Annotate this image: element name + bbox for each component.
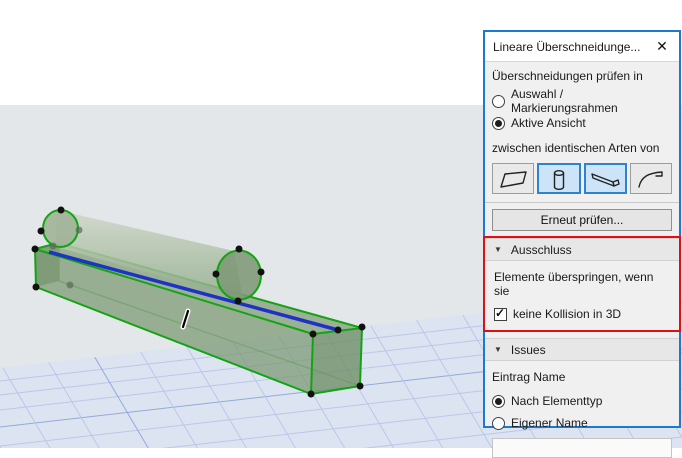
no-collision-checkbox[interactable]: ✓	[494, 305, 507, 321]
radio-active-view-label: Aktive Ansicht	[511, 116, 586, 130]
radio-by-element-type-label: Nach Elementtyp	[511, 394, 603, 408]
radio-custom-name[interactable]	[492, 416, 505, 430]
check-in-label: Überschneidungen prüfen in	[492, 69, 643, 83]
dialog-title-bar[interactable]: Lineare Überschneidunge... ✕	[485, 32, 679, 62]
cylinder-right-cap[interactable]	[216, 249, 262, 301]
entry-name-label: Eintrag Name	[492, 370, 566, 384]
issues-section-header[interactable]: ▼ Issues	[485, 338, 679, 361]
radio-selection-frame[interactable]	[492, 94, 505, 108]
wall-type-button[interactable]	[492, 163, 534, 194]
name-option-custom[interactable]: Eigener Name	[492, 413, 672, 433]
column-icon	[553, 169, 564, 190]
column-type-button[interactable]	[536, 163, 581, 194]
beam-icon	[591, 172, 621, 187]
wall-icon	[500, 170, 527, 188]
chevron-down-icon: ▼	[494, 345, 502, 354]
check-icon: ✓	[495, 305, 506, 320]
radio-selection-frame-label: Auswahl / Markierungsrahmen	[511, 87, 618, 115]
separator	[485, 202, 679, 203]
radio-custom-name-label: Eigener Name	[511, 416, 588, 430]
radio-by-element-type[interactable]	[492, 394, 505, 408]
no-collision-label: keine Kollision in 3D	[513, 307, 622, 321]
exclusion-section-header[interactable]: ▼ Ausschluss	[485, 238, 679, 261]
close-icon[interactable]: ✕	[653, 38, 671, 56]
scope-option-selection[interactable]: Auswahl / Markierungsrahmen	[492, 87, 672, 115]
collision-check-dialog: Lineare Überschneidunge... ✕ Überschneid…	[483, 30, 681, 458]
scope-option-active-view[interactable]: Aktive Ansicht	[492, 113, 672, 133]
between-types-label: zwischen identischen Arten von	[492, 141, 660, 155]
radio-active-view[interactable]	[492, 116, 505, 130]
exclusion-hint: Elemente überspringen, wenn sie	[494, 270, 654, 298]
exclusion-highlight-box: ▼ Ausschluss Elemente überspringen, wenn…	[483, 236, 681, 332]
custom-name-input[interactable]	[492, 438, 672, 458]
cylinder-left-cap[interactable]	[42, 209, 79, 248]
name-option-by-element-type[interactable]: Nach Elementtyp	[492, 391, 672, 411]
shell-type-button[interactable]	[630, 163, 672, 194]
no-collision-option[interactable]: ✓ keine Kollision in 3D	[494, 305, 670, 321]
beam-end-face[interactable]	[311, 328, 362, 394]
exclusion-header-label: Ausschluss	[510, 242, 572, 257]
issues-header-label: Issues	[510, 342, 546, 357]
shell-icon	[638, 170, 663, 188]
element-type-buttons	[492, 163, 672, 194]
dialog-title: Lineare Überschneidunge...	[493, 39, 641, 54]
beam-type-button[interactable]	[583, 163, 628, 194]
recheck-button[interactable]: Erneut prüfen...	[492, 209, 672, 231]
chevron-down-icon: ▼	[494, 245, 502, 254]
